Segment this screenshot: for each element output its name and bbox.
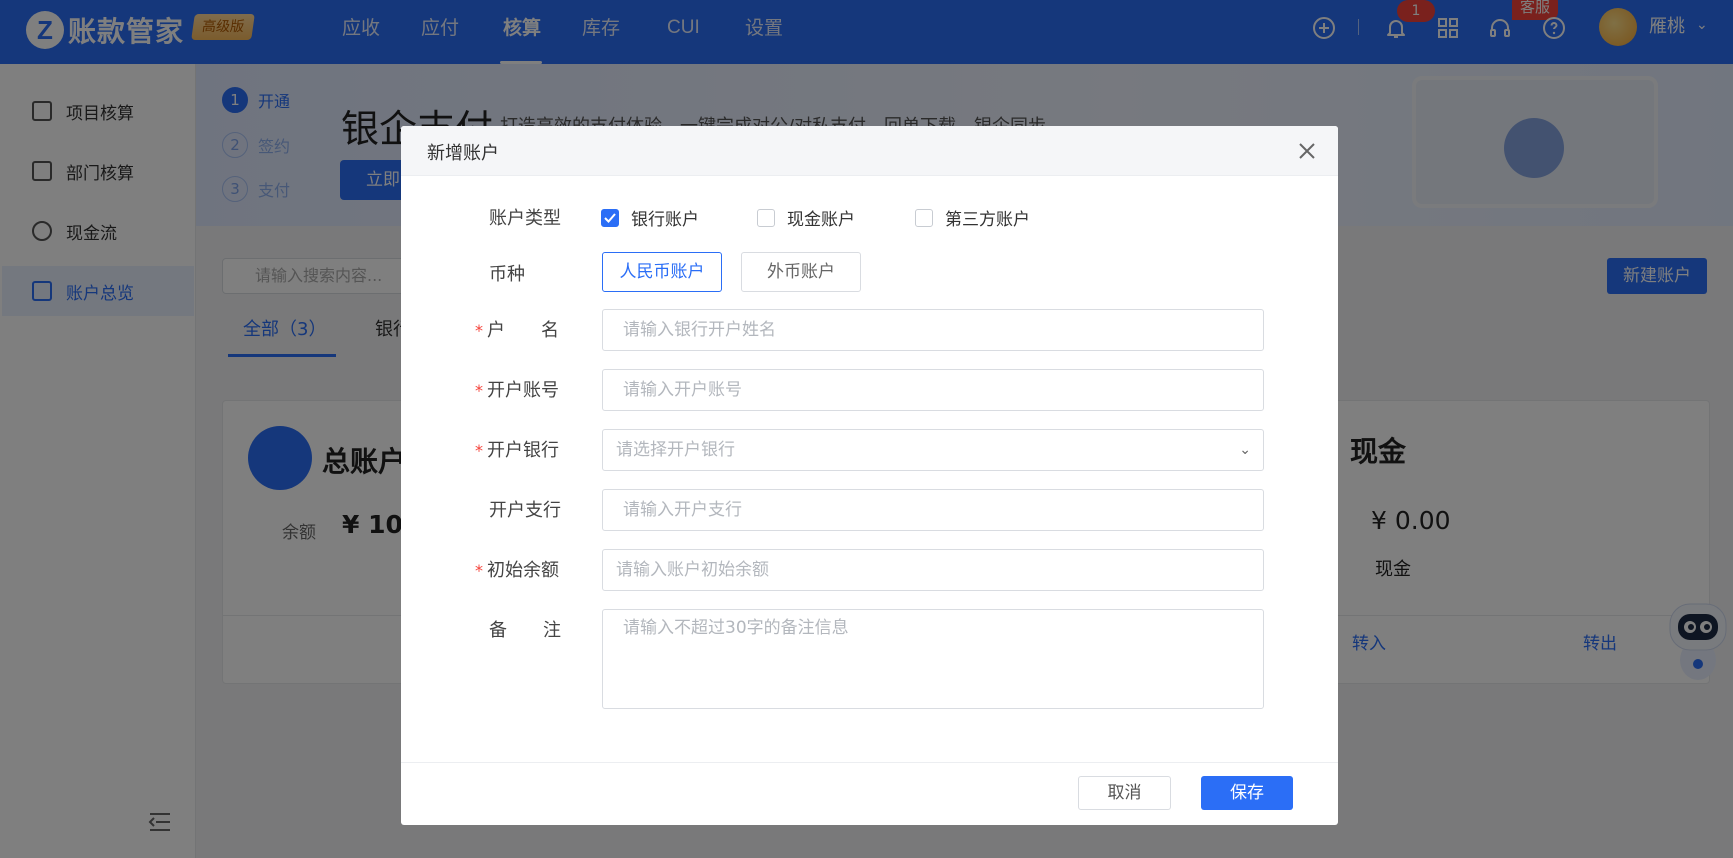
opening-balance-input[interactable]: 请输入账户初始余额 <box>602 549 1264 591</box>
cancel-button[interactable]: 取消 <box>1078 776 1171 810</box>
close-icon[interactable] <box>1296 140 1318 162</box>
account-number-label: * 开户账号 <box>475 380 559 401</box>
chevron-down-icon: ⌄ <box>1239 442 1251 458</box>
branch-label: 开户支行 <box>489 500 561 521</box>
account-name-input[interactable]: 请输入银行开户姓名 <box>602 309 1264 351</box>
checkbox-checked-icon[interactable] <box>601 208 619 227</box>
account-number-input[interactable]: 请输入开户账号 <box>602 369 1264 411</box>
account-type-label: 账户类型 <box>489 208 561 229</box>
account-type-third-party[interactable]: 第三方账户 <box>915 205 1030 230</box>
checkbox-icon[interactable] <box>757 208 775 227</box>
divider <box>401 762 1338 763</box>
currency-label: 币种 <box>489 264 525 285</box>
save-button[interactable]: 保存 <box>1201 776 1293 810</box>
dialog-title: 新增账户 <box>427 143 499 164</box>
account-type-cash[interactable]: 现金账户 <box>757 205 855 230</box>
account-name-label: * 户 名 <box>475 320 559 341</box>
dialog-header: 新增账户 <box>401 126 1338 176</box>
checkbox-icon[interactable] <box>915 208 933 227</box>
bank-select[interactable]: 请选择开户银行 ⌄ <box>602 429 1264 471</box>
currency-rmb-button[interactable]: 人民币账户 <box>602 252 722 292</box>
bank-label: * 开户银行 <box>475 440 559 461</box>
branch-input[interactable]: 请输入开户支行 <box>602 489 1264 531</box>
currency-foreign-button[interactable]: 外币账户 <box>741 252 861 292</box>
remark-textarea[interactable]: 请输入不超过30字的备注信息 <box>602 609 1264 709</box>
account-type-bank[interactable]: 银行账户 <box>601 205 699 230</box>
opening-balance-label: * 初始余额 <box>475 560 559 581</box>
remark-label: 备 注 <box>489 620 561 641</box>
add-account-dialog: 新增账户 账户类型 银行账户 现金账户 第三方账户 币种 人民币账户 外币账户 … <box>401 126 1338 825</box>
